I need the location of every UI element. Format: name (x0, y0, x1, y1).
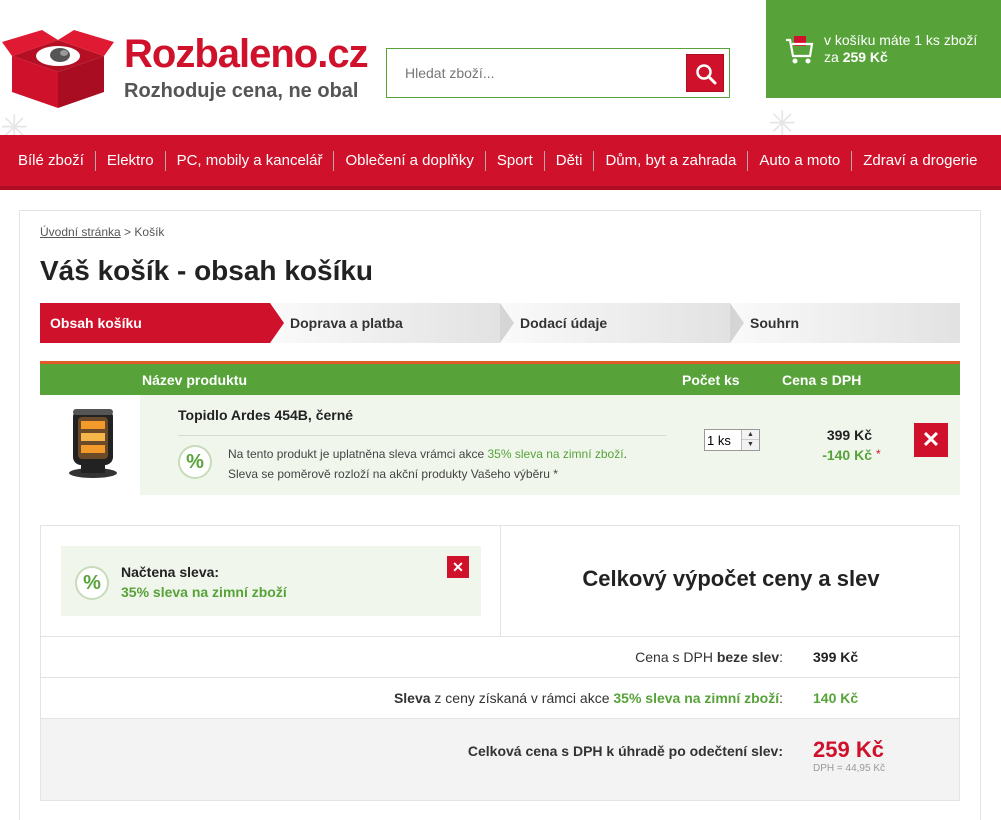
quantity-down-icon[interactable]: ▼ (742, 440, 759, 450)
row1-suffix: : (779, 649, 783, 665)
search-input[interactable] (395, 59, 675, 87)
summary-total-value: 259 Kč (813, 737, 884, 762)
applied-discount-box: % Načtena sleva: 35% sleva na zimní zbož… (61, 546, 481, 616)
col-product-name: Název produktu (142, 372, 248, 388)
nav-item-obleceni[interactable]: Oblečení a doplňky (334, 150, 486, 171)
nav-item-auto-moto[interactable]: Auto a moto (748, 150, 853, 171)
cart-total-amount: 259 Kč (842, 49, 888, 65)
box-logo-icon (2, 30, 114, 108)
step-shipping-payment: Doprava a platba (270, 303, 500, 343)
row2-bold: Sleva (393, 690, 431, 706)
page-title: Váš košík - obsah košíku (40, 255, 374, 286)
discount-text-suffix: . (623, 447, 627, 461)
summary-total-vat: DPH = 44,95 Kč (813, 763, 885, 774)
logo-slogan: Rozhoduje cena, ne obal (124, 80, 359, 102)
item-price: 399 Kč (826, 427, 872, 443)
checkout-steps: Souhrn Dodací údaje Doprava a platba Obs… (40, 303, 960, 343)
step-label: Souhrn (750, 315, 799, 331)
price-summary: % Načtena sleva: 35% sleva na zimní zbož… (40, 525, 960, 801)
discount-asterisk: * (876, 447, 881, 461)
quantity-spinner: ▲ ▼ (741, 430, 759, 450)
quantity-input[interactable] (705, 430, 741, 450)
discount-campaign-name: 35% sleva na zimní zboží (487, 447, 624, 461)
close-icon: ✕ (921, 427, 941, 452)
cart-total-prefix: za (824, 49, 839, 65)
nav-item-zdravi[interactable]: Zdraví a drogerie (852, 151, 988, 171)
step-delivery-details: Dodací údaje (500, 303, 730, 343)
search-button[interactable] (686, 54, 724, 92)
search-box (386, 48, 730, 98)
divider (178, 435, 666, 436)
nav-item-pc-mobily[interactable]: PC, mobily a kancelář (166, 150, 335, 171)
header: Rozbaleno.cz Rozhoduje cena, ne obal v k… (0, 0, 1001, 147)
discount-info-text: Na tento produkt je uplatněna sleva vrám… (228, 447, 627, 461)
applied-discount-value: 35% sleva na zimní zboží (121, 584, 287, 600)
quantity-up-icon[interactable]: ▲ (742, 430, 759, 440)
percent-discount-icon: % (75, 566, 109, 600)
step-arrow-icon (270, 303, 284, 343)
step-label: Obsah košíku (50, 315, 142, 331)
summary-row-total: Celková cena s DPH k úhradě po odečtení … (41, 718, 959, 800)
remove-item-button[interactable]: ✕ (914, 423, 948, 457)
nav-item-elektro[interactable]: Elektro (96, 150, 166, 171)
breadcrumb: Úvodní stránka > Košík (40, 225, 164, 239)
step-cart-content: Obsah košíku (40, 303, 270, 343)
applied-discount-label: Načtena sleva: (121, 564, 220, 580)
quantity-stepper: ▲ ▼ (704, 429, 760, 451)
close-icon: ✕ (452, 559, 464, 575)
step-label: Doprava a platba (290, 315, 403, 331)
row2-suffix: : (779, 690, 783, 706)
row2-campaign: 35% sleva na zimní zboží (613, 690, 780, 706)
nav-item-bile-zbozi[interactable]: Bílé zboží (7, 150, 96, 171)
remove-discount-button[interactable]: ✕ (447, 556, 469, 578)
nav-item-dum-byt[interactable]: Dům, byt a zahrada (594, 150, 749, 171)
logo[interactable]: Rozbaleno.cz Rozhoduje cena, ne obal (2, 26, 369, 110)
summary-row-discount: Sleva z ceny získaná v rámci akce 35% sl… (41, 677, 959, 718)
logo-title: Rozbaleno.cz (124, 32, 369, 76)
summary-row-label: Cena s DPH beze slev: (635, 649, 783, 665)
breadcrumb-current: Košík (134, 225, 165, 239)
cart-total-text: za 259 Kč (824, 49, 888, 65)
cart-count-text: v košíku máte 1 ks zboží (824, 32, 978, 48)
discount-note-text: Sleva se poměrově rozloží na akční produ… (228, 467, 558, 481)
breadcrumb-home-link[interactable]: Úvodní stránka (40, 225, 121, 239)
row2-mid: z ceny získaná v rámci akce (434, 690, 610, 706)
cart-summary[interactable]: v košíku máte 1 ks zboží za 259 Kč (766, 0, 1001, 98)
step-arrow-icon (730, 303, 744, 343)
step-label: Dodací údaje (520, 315, 608, 331)
row1-prefix: Cena s DPH (635, 649, 713, 665)
summary-title: Celkový výpočet ceny a slev (582, 566, 880, 591)
product-name-link[interactable]: Topidlo Ardes 454B, černé (178, 407, 353, 423)
step-arrow-icon (500, 303, 514, 343)
summary-row-price-without-discount: Cena s DPH beze slev: 399 Kč (41, 636, 959, 677)
col-price: Cena s DPH (782, 372, 862, 388)
item-discount: -140 Kč (822, 447, 872, 463)
summary-row-value: 140 Kč (813, 690, 859, 706)
cart-icon (786, 36, 814, 64)
cart-item-row: Topidlo Ardes 454B, černé % Na tento pro… (40, 395, 960, 495)
percent-discount-icon: % (178, 445, 212, 479)
summary-row-value: 399 Kč (813, 649, 859, 665)
search-icon (696, 64, 717, 85)
heater-product-image[interactable] (65, 407, 121, 479)
step-summary: Souhrn (730, 303, 960, 343)
summary-total-label: Celková cena s DPH k úhradě po odečtení … (467, 743, 783, 759)
main-nav: Bílé zboží Elektro PC, mobily a kancelář… (0, 135, 1001, 190)
summary-row-label: Sleva z ceny získaná v rámci akce 35% sl… (394, 690, 783, 706)
row1-bold: beze slev (716, 649, 780, 665)
col-quantity: Počet ks (682, 372, 740, 388)
discount-text-prefix: Na tento produkt je uplatněna sleva vrám… (228, 447, 485, 461)
breadcrumb-separator: > (120, 225, 135, 239)
nav-item-sport[interactable]: Sport (486, 150, 545, 171)
cart-table-header: Název produktu Počet ks Cena s DPH (40, 361, 960, 395)
nav-item-deti[interactable]: Děti (545, 150, 595, 171)
main-content: Úvodní stránka > Košík Váš košík - obsah… (19, 210, 981, 820)
